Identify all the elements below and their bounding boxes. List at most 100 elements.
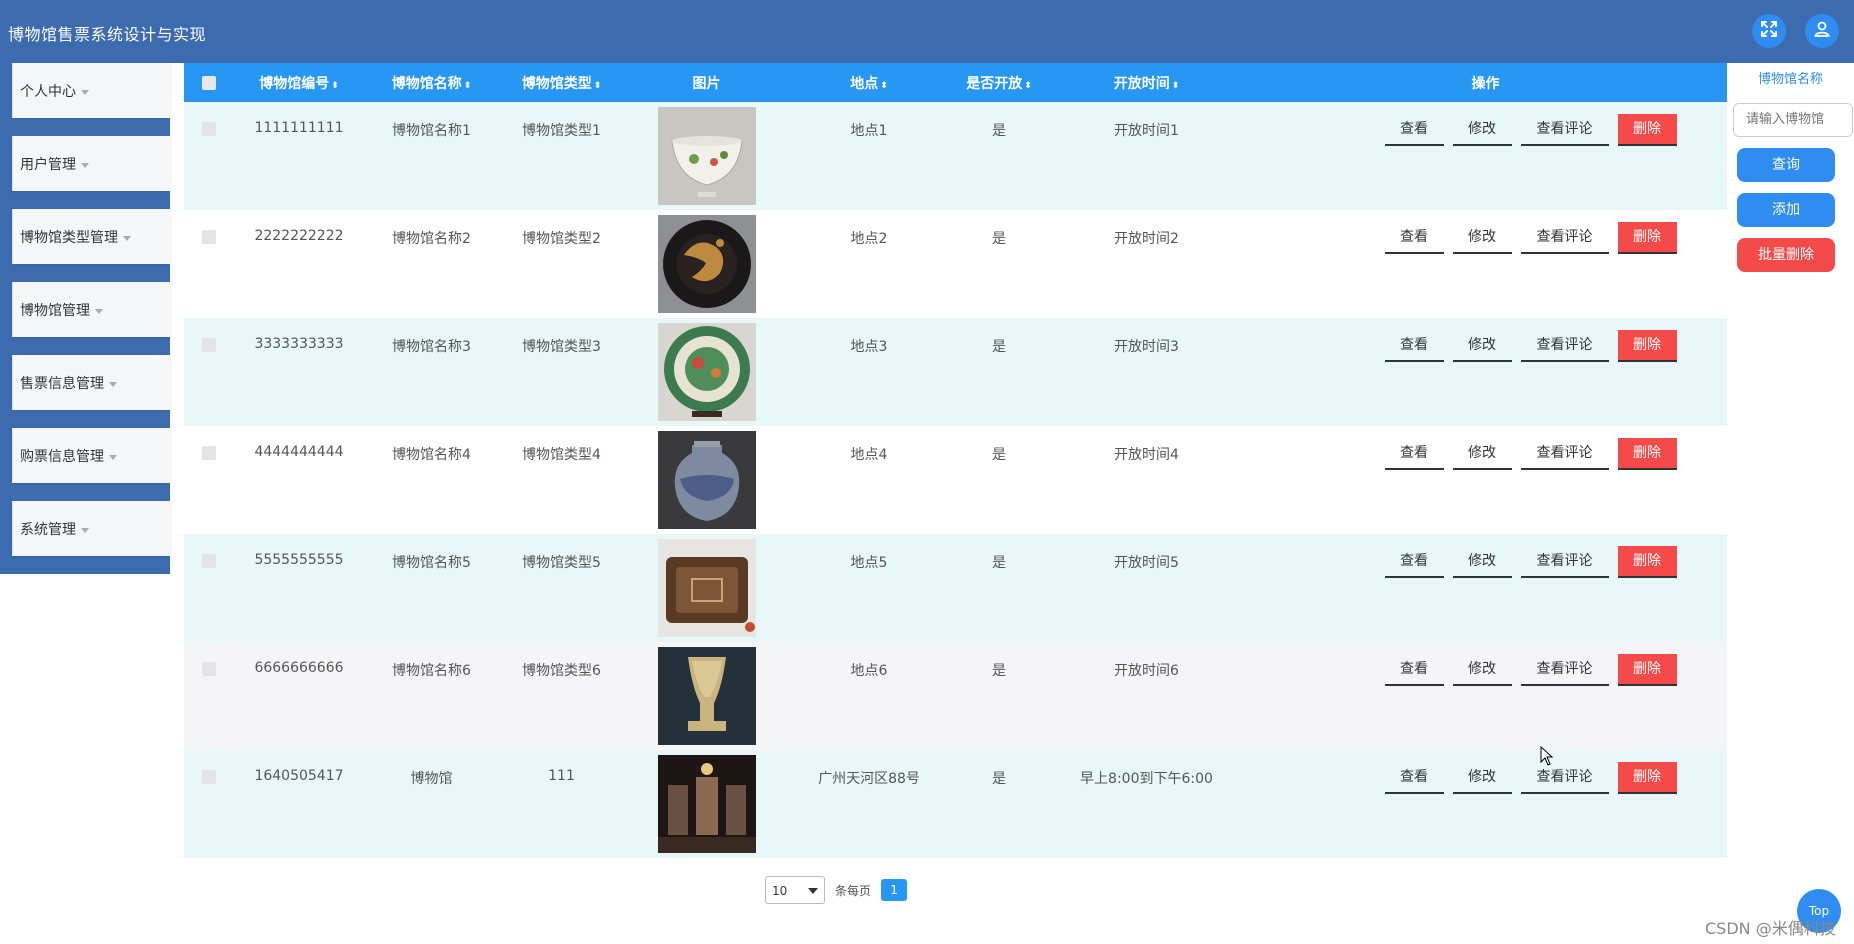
view-button[interactable]: 查看	[1384, 222, 1444, 254]
museum-type: 博物馆类型4	[522, 447, 601, 463]
delete-button[interactable]: 删除	[1617, 546, 1677, 578]
sidebar-item-personal-center[interactable]: 个人中心	[0, 63, 171, 136]
museum-id: 1640505417	[254, 768, 344, 784]
caret-down-icon	[109, 381, 117, 387]
sidebar-item-museum-type-management[interactable]: 博物馆类型管理	[0, 209, 171, 282]
per-page-label: 条每页	[835, 883, 872, 898]
row-checkbox[interactable]	[202, 554, 216, 568]
museum-open: 是	[992, 339, 1006, 355]
caret-down-icon	[81, 89, 89, 95]
view-button[interactable]: 查看	[1384, 654, 1444, 686]
column-header-id[interactable]: 博物馆编号 ⬍	[234, 63, 364, 102]
edit-button[interactable]: 修改	[1452, 330, 1512, 362]
view-comments-button[interactable]: 查看评论	[1520, 330, 1609, 362]
museum-hours: 开放时间3	[1114, 339, 1179, 355]
view-comments-button[interactable]: 查看评论	[1520, 546, 1609, 578]
museum-hours: 开放时间1	[1114, 123, 1179, 139]
museum-hours: 开放时间4	[1114, 447, 1179, 463]
table-row: 4444444444 博物馆名称4 博物馆类型4 地点4 是 开放时间4 查看	[184, 426, 1727, 534]
search-label: 博物馆名称	[1757, 72, 1823, 87]
sidebar-item-label: 个人中心	[20, 84, 76, 100]
view-button[interactable]: 查看	[1384, 438, 1444, 470]
edit-button[interactable]: 修改	[1452, 222, 1512, 254]
view-comments-button[interactable]: 查看评论	[1520, 438, 1609, 470]
select-all-checkbox[interactable]	[202, 75, 216, 90]
view-comments-button[interactable]: 查看评论	[1520, 114, 1609, 146]
delete-button[interactable]: 删除	[1617, 222, 1677, 254]
add-button[interactable]: 添加	[1737, 193, 1835, 227]
app-title: 博物馆售票系统设计与实现	[8, 25, 207, 44]
museum-hours: 开放时间2	[1114, 231, 1179, 247]
row-checkbox[interactable]	[202, 446, 216, 460]
museum-location: 地点6	[850, 663, 888, 679]
view-button[interactable]: 查看	[1384, 330, 1444, 362]
column-header-type[interactable]: 博物馆类型 ⬍	[499, 63, 624, 102]
mouse-cursor-icon	[1540, 746, 1554, 766]
museum-type: 111	[548, 768, 575, 784]
row-checkbox[interactable]	[202, 770, 216, 784]
museum-name: 博物馆名称2	[392, 231, 471, 247]
museum-id: 6666666666	[254, 660, 344, 676]
column-header-hours[interactable]: 开放时间 ⬍	[1049, 63, 1244, 102]
delete-button[interactable]: 删除	[1617, 762, 1677, 794]
view-button[interactable]: 查看	[1384, 546, 1444, 578]
delete-button[interactable]: 删除	[1617, 114, 1677, 146]
delete-button[interactable]: 删除	[1617, 438, 1677, 470]
watermark: CSDN @米偶科技	[1705, 919, 1836, 938]
row-checkbox[interactable]	[202, 662, 216, 676]
view-comments-button[interactable]: 查看评论	[1520, 654, 1609, 686]
museum-type: 博物馆类型3	[522, 339, 601, 355]
edit-button[interactable]: 修改	[1452, 114, 1512, 146]
sidebar-item-label: 购票信息管理	[20, 449, 104, 465]
caret-down-icon	[81, 162, 89, 168]
sidebar-item-ticket-sales-management[interactable]: 售票信息管理	[0, 355, 171, 428]
query-button[interactable]: 查询	[1737, 148, 1835, 182]
sort-icon: ⬍	[880, 80, 888, 91]
delete-button[interactable]: 删除	[1617, 330, 1677, 362]
museum-location: 广州天河区88号	[818, 771, 920, 787]
edit-button[interactable]: 修改	[1452, 654, 1512, 686]
view-button[interactable]: 查看	[1384, 114, 1444, 146]
museum-location: 地点2	[850, 231, 888, 247]
view-comments-button[interactable]: 查看评论	[1520, 762, 1609, 794]
row-checkbox[interactable]	[202, 230, 216, 244]
museum-id: 1111111111	[254, 120, 344, 136]
edit-button[interactable]: 修改	[1452, 438, 1512, 470]
batch-delete-button[interactable]: 批量删除	[1737, 238, 1835, 272]
museum-image	[657, 215, 756, 313]
table-header-row: 博物馆编号 ⬍ 博物馆名称 ⬍ 博物馆类型 ⬍ 图片 地点 ⬍ 是否开放 ⬍ 开放时间 ⬍ …	[184, 63, 1727, 102]
column-header-actions: 操作	[1471, 75, 1500, 92]
edit-button[interactable]: 修改	[1452, 762, 1512, 794]
column-header-name[interactable]: 博物馆名称 ⬍	[364, 63, 499, 102]
museum-image	[657, 755, 756, 853]
museum-location: 地点1	[850, 123, 888, 139]
museum-open: 是	[992, 231, 1006, 247]
row-checkbox[interactable]	[202, 122, 216, 136]
museum-type: 博物馆类型2	[522, 231, 601, 247]
sidebar-item-museum-management[interactable]: 博物馆管理	[0, 282, 171, 355]
page-size-select[interactable]: 10	[765, 876, 825, 904]
table-row: 5555555555 博物馆名称5 博物馆类型5 地点5 是 开放时间5 查看 …	[184, 534, 1727, 642]
table-row: 3333333333 博物馆名称3 博物馆类型3 地点3 是 开放时间3 查看 …	[184, 318, 1727, 426]
table-row: 6666666666 博物馆名称6 博物馆类型6 地点6 是 开放时间6 查看 …	[184, 642, 1727, 750]
sidebar-item-label: 用户管理	[20, 157, 76, 173]
sidebar-item-label: 售票信息管理	[20, 376, 104, 392]
edit-button[interactable]: 修改	[1452, 546, 1512, 578]
column-header-open[interactable]: 是否开放 ⬍	[949, 63, 1049, 102]
column-header-location[interactable]: 地点 ⬍	[789, 63, 949, 102]
page-number-button[interactable]: 1	[881, 879, 908, 901]
museum-location: 地点3	[850, 339, 888, 355]
museum-hours: 开放时间5	[1114, 555, 1179, 571]
row-checkbox[interactable]	[202, 338, 216, 352]
sidebar-item-system-management[interactable]: 系统管理	[0, 501, 171, 574]
sidebar-item-ticket-purchase-management[interactable]: 购票信息管理	[0, 428, 171, 501]
delete-button[interactable]: 删除	[1617, 654, 1677, 686]
view-button[interactable]: 查看	[1384, 762, 1444, 794]
museum-name: 博物馆	[410, 771, 453, 787]
user-button[interactable]	[1805, 14, 1839, 48]
view-comments-button[interactable]: 查看评论	[1520, 222, 1609, 254]
sidebar-item-user-management[interactable]: 用户管理	[0, 136, 171, 209]
search-input[interactable]	[1733, 103, 1853, 137]
sidebar-item-label: 博物馆管理	[20, 303, 90, 319]
fullscreen-button[interactable]	[1752, 14, 1786, 48]
